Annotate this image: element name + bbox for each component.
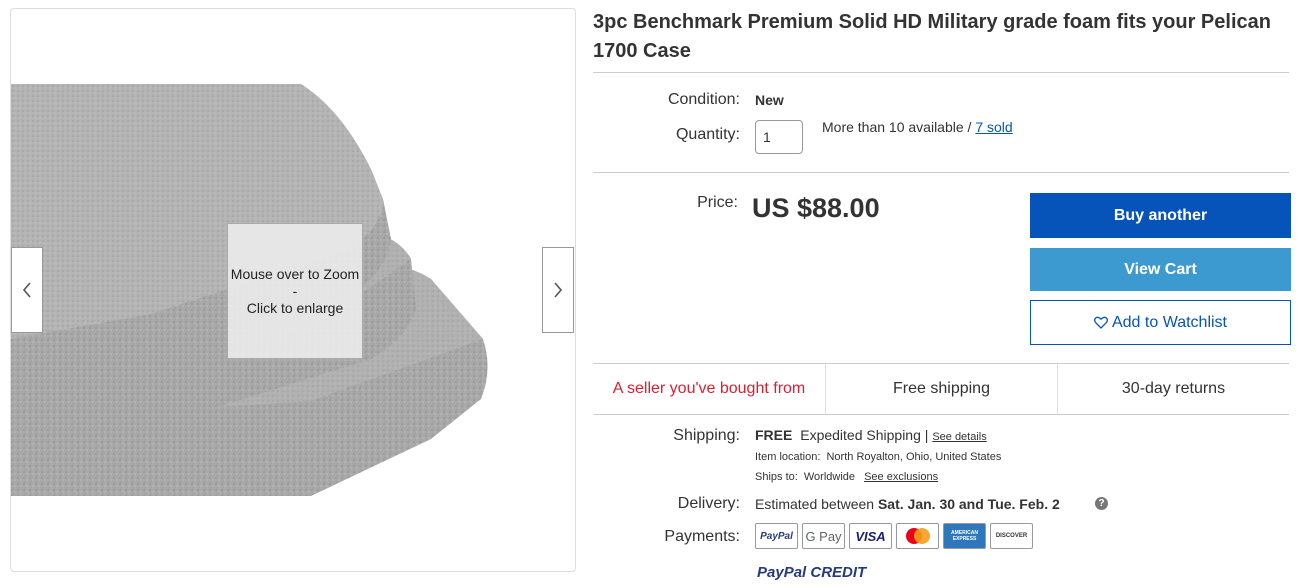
item-location-label: Item location:	[755, 451, 821, 463]
mastercard-logo	[896, 523, 939, 549]
shipping-info: FREE Expedited Shipping | See details	[755, 427, 987, 443]
visa-logo: VISA	[849, 523, 892, 549]
quantity-input[interactable]	[755, 120, 803, 154]
delivery-estimate: Estimated between Sat. Jan. 30 and Tue. …	[755, 496, 1060, 512]
previous-image-button[interactable]	[11, 247, 43, 333]
item-location-value: North Royalton, Ohio, United States	[826, 451, 1002, 463]
availability-text: More than 10 available / 7 sold	[822, 119, 1013, 135]
chevron-right-icon	[554, 282, 563, 298]
see-details-link[interactable]: See details	[932, 431, 986, 443]
google-pay-logo: G Pay	[802, 523, 845, 549]
shipping-cost: FREE	[755, 427, 793, 443]
ships-to: Ships to: Worldwide See exclusions	[755, 471, 938, 483]
buy-another-button[interactable]: Buy another	[1030, 193, 1291, 238]
see-exclusions-link[interactable]: See exclusions	[864, 471, 938, 483]
paypal-credit-logo: PayPal CREDIT	[757, 564, 866, 581]
price-value: US $88.00	[752, 193, 880, 223]
free-shipping-badge: Free shipping	[893, 380, 990, 397]
seller-relationship-badge: A seller you've bought from	[612, 380, 806, 397]
shipping-label: Shipping:	[673, 427, 740, 444]
delivery-prefix: Estimated between	[755, 496, 875, 512]
shipping-method: Expedited Shipping |	[800, 427, 929, 443]
condition-label: Condition:	[667, 91, 740, 108]
zoom-lens[interactable]: Mouse over to Zoom - Click to enlarge	[227, 223, 363, 359]
quantity-label: Quantity:	[675, 126, 740, 143]
view-cart-button[interactable]: View Cart	[1030, 248, 1291, 291]
delivery-dates: Sat. Jan. 30 and Tue. Feb. 2	[877, 496, 1060, 512]
sold-count-link[interactable]: 7 sold	[975, 119, 1012, 135]
add-to-watchlist-label: Add to Watchlist	[1111, 313, 1227, 331]
heart-icon	[1093, 316, 1108, 329]
divider	[593, 72, 1289, 73]
amex-logo: AMERICAN EXPRESS	[943, 523, 986, 549]
paypal-logo: PayPal	[755, 523, 798, 549]
discover-logo: DISCOVER	[990, 523, 1033, 549]
price-label: Price:	[697, 194, 738, 211]
chevron-left-icon	[22, 282, 31, 298]
item-location: Item location: North Royalton, Ohio, Uni…	[755, 451, 1001, 463]
divider	[593, 414, 1289, 415]
item-title: 3pc Benchmark Premium Solid HD Military …	[593, 11, 1271, 62]
zoom-hint-line3: Click to enlarge	[246, 299, 344, 316]
paypal-credit-part1: PayPal	[757, 564, 807, 581]
zoom-hint-line2: -	[292, 282, 298, 299]
zoom-hint-line1: Mouse over to Zoom	[230, 265, 360, 282]
buy-another-label: Buy another	[1113, 206, 1208, 224]
mastercard-circles-icon	[905, 528, 930, 544]
view-cart-label: View Cart	[1124, 260, 1197, 278]
question-circle-icon[interactable]: ?	[1095, 497, 1108, 510]
delivery-label: Delivery:	[677, 495, 740, 512]
ships-to-label: Ships to:	[755, 471, 798, 483]
image-gallery: Mouse over to Zoom - Click to enlarge	[10, 8, 576, 572]
condition-value: New	[755, 92, 784, 108]
available-count: More than 10 available /	[822, 119, 972, 135]
paypal-credit-part2: CREDIT	[810, 564, 867, 581]
payments-label: Payments:	[664, 528, 740, 545]
divider	[593, 172, 1289, 173]
ships-to-value: Worldwide	[803, 471, 856, 483]
add-to-watchlist-button[interactable]: Add to Watchlist	[1030, 300, 1291, 345]
next-image-button[interactable]	[542, 247, 574, 333]
returns-badge: 30-day returns	[1121, 380, 1226, 397]
